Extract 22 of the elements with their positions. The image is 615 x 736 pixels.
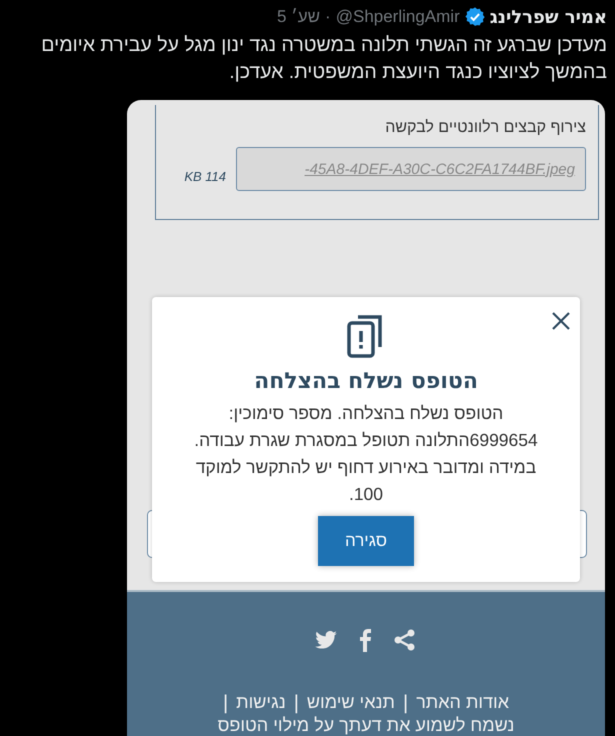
link-separator: | <box>294 692 299 715</box>
close-icon[interactable] <box>551 311 571 331</box>
attachments-label: צירוף קבצים רלוונטיים לבקשה <box>385 119 586 137</box>
f-logo-icon[interactable] <box>359 628 371 652</box>
dialog-message: הטופס נשלח בהצלחה. מספר סימוכין: 6999654התלונה תטופל במסגרת שגרת עבודה. במידה ומדובר באירוע דחוף יש להתקשר למוקד 100. <box>193 402 539 506</box>
user-handle[interactable]: @ShperlingAmir <box>336 7 460 27</box>
file-size: KB 114 <box>184 168 226 184</box>
footer-link[interactable]: תנאי שימוש <box>306 692 395 715</box>
dialog-title: הטופס נשלח בהצלחה <box>254 369 478 394</box>
post-time[interactable]: 5 שע׳ <box>277 7 320 27</box>
file-field[interactable]: -45A8-4DEF-A30C-C6C2FA1744BF.jpeg <box>236 147 586 191</box>
post-text: מעדכן שברגע זה הגשתי תלונה במשטרה נגד ינון מגל על עבירת איומים בהמשך לציוציו כנגד היועצת המשפטית. אעדכן. <box>40 33 607 85</box>
footer-link[interactable]: אודות האתר <box>416 692 510 715</box>
bird-icon[interactable] <box>315 631 337 649</box>
footer-link[interactable]: נגישות <box>236 692 286 715</box>
link-separator: | <box>402 692 408 715</box>
separator-dot: · <box>325 7 331 27</box>
feedback-note[interactable]: נשמח לשמוע את דעתך על מילוי הטופס <box>218 715 514 736</box>
share-icon[interactable] <box>393 628 417 652</box>
link-separator: | <box>222 692 228 715</box>
close-button[interactable]: סגירה <box>318 516 414 566</box>
author-name[interactable]: אמיר שפרלינג <box>490 6 607 28</box>
